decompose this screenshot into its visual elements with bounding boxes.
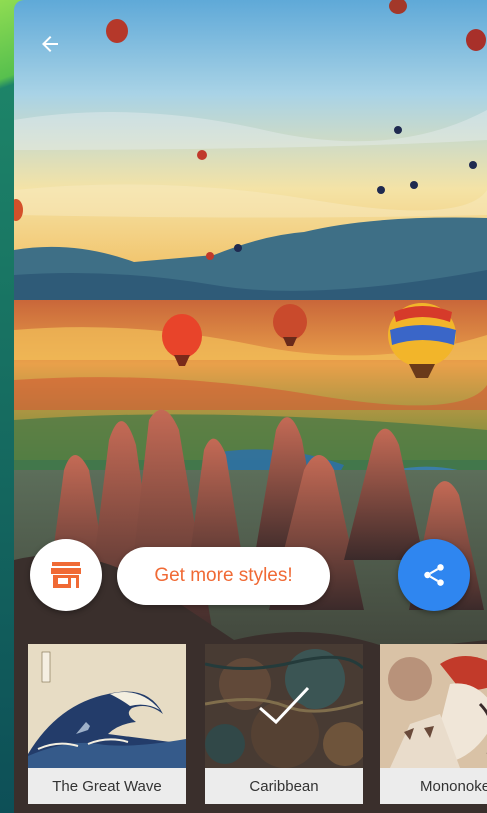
style-label: Mononoke — [380, 768, 487, 804]
share-button[interactable] — [398, 539, 470, 611]
style-thumbnail — [28, 644, 186, 768]
share-icon — [424, 564, 444, 586]
style-card-caribbean[interactable]: Caribbean — [205, 644, 363, 804]
style-selector: The Great Wave Caribbean Mononoke — [14, 640, 487, 813]
checkmark-icon — [259, 686, 310, 725]
selected-indicator — [205, 644, 363, 768]
style-label: Caribbean — [205, 768, 363, 804]
store-icon — [51, 562, 81, 588]
get-more-styles-button[interactable]: Get more styles! — [117, 547, 330, 605]
style-card-mononoke[interactable]: Mononoke — [380, 644, 487, 804]
style-card-great-wave[interactable]: The Great Wave — [28, 644, 186, 804]
style-thumbnail — [380, 644, 487, 768]
top-bar — [14, 0, 487, 90]
style-label: The Great Wave — [28, 768, 186, 804]
back-button[interactable] — [32, 26, 68, 62]
arrow-left-icon — [42, 36, 58, 52]
style-store-button[interactable] — [30, 539, 102, 611]
app-screen: Get more styles! The Great Wave Caribbea… — [14, 0, 487, 813]
promo-label: Get more styles! — [154, 565, 293, 586]
